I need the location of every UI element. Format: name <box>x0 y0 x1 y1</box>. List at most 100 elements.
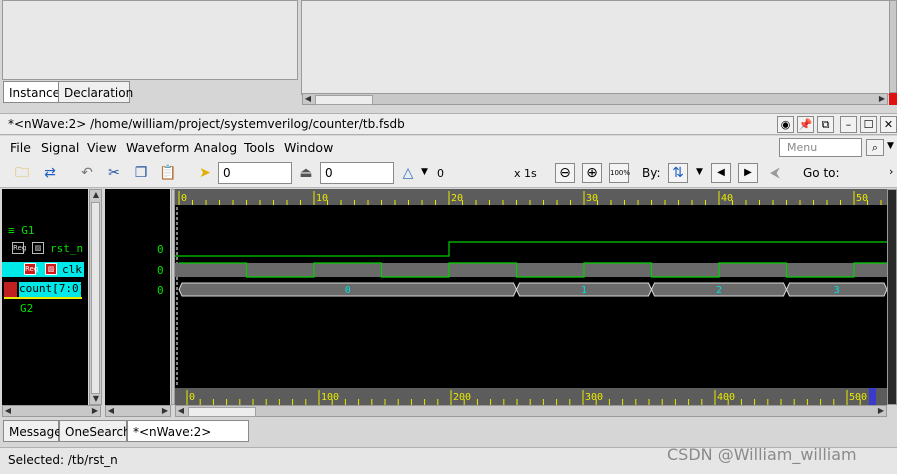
tab-message[interactable]: Message <box>3 420 62 442</box>
bottom-ruler-label: 500 <box>849 392 867 403</box>
time-scale: x 1s <box>514 167 537 180</box>
signal-name-pane: ≡ G1 Reg ▨ rst_n Reg ▨ clk count[7:0] G2 <box>2 189 88 405</box>
scroll-thumb[interactable] <box>315 95 373 105</box>
next-icon[interactable]: ▶ <box>738 163 758 183</box>
menu-tools[interactable]: Tools <box>244 140 275 155</box>
record-icon[interactable]: ◉ <box>777 116 794 133</box>
menu-waveform[interactable]: Waveform <box>126 140 189 155</box>
zoom-out-icon[interactable]: ⊖ <box>555 163 575 183</box>
value-count: 0 <box>157 284 164 297</box>
menu-window[interactable]: Window <box>284 140 333 155</box>
menu-view[interactable]: View <box>87 140 117 155</box>
view-marker <box>869 388 876 405</box>
undo-icon[interactable]: ↶ <box>77 163 97 183</box>
zoom-in-icon[interactable]: ⊕ <box>582 163 602 183</box>
pin-icon[interactable]: 📌 <box>797 116 814 133</box>
paste-icon[interactable]: 📋 <box>158 163 178 183</box>
by-label: By: <box>642 166 661 180</box>
delta-value: 0 <box>437 167 444 180</box>
goto-label: Go to: <box>803 166 840 180</box>
group-g1[interactable]: ≡ G1 <box>8 224 35 237</box>
marker-time-field[interactable]: 0 <box>320 162 394 184</box>
top-ruler-label: 20 <box>451 193 463 204</box>
zoom-fit-icon[interactable]: 100% <box>609 163 630 183</box>
maximize-icon[interactable]: ☐ <box>860 116 877 133</box>
scroll-thumb[interactable] <box>91 202 100 394</box>
waveform-hscroll[interactable]: ◀ ▶ <box>175 405 887 417</box>
tab-nwave[interactable]: *<nWave:2> tb.fsdb <box>127 420 249 461</box>
scroll-left-icon[interactable]: ◀ <box>3 406 13 416</box>
bottom-tabs: Message OneSearch *<nWave:2> tb.fsdb <box>2 420 302 461</box>
bottom-ruler-label: 400 <box>717 392 735 403</box>
waveform-vscroll[interactable] <box>887 189 897 405</box>
toolbar-overflow-icon[interactable]: › <box>889 165 893 178</box>
menu-search-placeholder: Menu <box>787 141 818 154</box>
tab-instance[interactable]: Instance <box>3 81 60 103</box>
signal-name-clk: clk <box>62 263 82 276</box>
upper-right-vscroll[interactable] <box>889 0 897 93</box>
bus-value-label: 1 <box>581 285 587 296</box>
signal-pane-hscroll[interactable]: ◀ ▶ <box>2 405 101 417</box>
menu-dropdown-icon[interactable]: ▼ <box>887 141 894 151</box>
group-g2[interactable]: G2 <box>20 302 33 315</box>
cursor-time-field[interactable]: 0 <box>218 162 292 184</box>
row-count[interactable]: count[7:0] <box>2 282 85 299</box>
instance-panel <box>2 0 298 80</box>
cut-icon[interactable]: ✂ <box>104 163 124 183</box>
value-pane-hscroll[interactable]: ◀ ▶ <box>105 405 171 417</box>
search-by-icon[interactable]: ⇅ <box>668 163 688 183</box>
bottom-ruler-label: 300 <box>585 392 603 403</box>
waveform-canvas[interactable]: 0 10 20 30 40 500 1 2 30 100 200 300 400 500 <box>175 189 887 405</box>
close-icon[interactable]: ✕ <box>880 116 897 133</box>
tab-onesearch[interactable]: OneSearch <box>59 420 131 442</box>
reload-icon[interactable]: ⇄ <box>40 163 60 183</box>
bottom-ruler <box>175 388 887 405</box>
scroll-right-icon[interactable]: ▶ <box>160 406 170 416</box>
open-folder-icon[interactable]: 🗀 <box>12 163 32 183</box>
menu-signal[interactable]: Signal <box>41 140 79 155</box>
goto-icon[interactable]: ⮜ <box>765 163 785 183</box>
scroll-up-icon[interactable]: ▲ <box>91 190 101 200</box>
scroll-left-icon[interactable]: ◀ <box>106 406 116 416</box>
by-dropdown-icon[interactable]: ▼ <box>696 167 703 177</box>
undock-icon[interactable]: ⧉ <box>817 116 834 133</box>
menu-search-icon[interactable]: ⌕ <box>866 139 884 156</box>
minimize-icon[interactable]: – <box>840 116 857 133</box>
delta-icon[interactable]: △ <box>398 163 418 183</box>
scroll-right-icon[interactable]: ▶ <box>877 94 887 104</box>
menu-file[interactable]: File <box>10 140 31 155</box>
menu-analog[interactable]: Analog <box>194 140 237 155</box>
scroll-right-icon[interactable]: ▶ <box>876 406 886 416</box>
top-ruler-label: 50 <box>856 193 868 204</box>
tab-declaration[interactable]: Declaration <box>58 81 133 103</box>
waveform-pane: 0 10 20 30 40 50 0 1 2 3 0 100 200 300 400 500 <box>175 189 887 405</box>
bottom-ruler-label: 200 <box>453 392 471 403</box>
signal-pane-vscroll[interactable]: ▲ ▼ <box>89 189 102 405</box>
cursor-icon[interactable]: ➤ <box>195 163 215 183</box>
scroll-left-icon[interactable]: ◀ <box>303 94 313 104</box>
reg-icon: Reg <box>24 263 39 275</box>
scroll-down-icon[interactable]: ▼ <box>91 394 101 404</box>
prev-icon[interactable]: ◀ <box>711 163 731 183</box>
scroll-thumb[interactable] <box>188 407 256 417</box>
row-underline <box>4 297 82 299</box>
value-rst-n: 0 <box>157 243 164 256</box>
row-rst-n[interactable]: Reg ▨ rst_n <box>2 241 88 256</box>
marker-icon[interactable]: ⏏ <box>296 163 316 183</box>
value-clk: 0 <box>157 264 164 277</box>
bus-value-label: 0 <box>345 285 351 296</box>
bus-value-label: 3 <box>834 285 840 296</box>
row-clk[interactable]: Reg ▨ clk <box>2 262 84 277</box>
clk-fill <box>175 263 887 277</box>
bus-value-label: 2 <box>716 285 722 296</box>
delta-dropdown-icon[interactable]: ▼ <box>421 167 428 177</box>
scroll-left-icon[interactable]: ◀ <box>176 406 186 416</box>
signal-name-rst-n: rst_n <box>50 242 84 255</box>
copy-icon[interactable]: ❐ <box>131 163 151 183</box>
upper-right-hscroll[interactable]: ◀ ▶ <box>302 93 888 105</box>
menu-search-input[interactable]: Menu <box>779 138 862 157</box>
status-bar: Selected: /tb/rst_n CSDN @William_willia… <box>0 445 897 474</box>
rst-n-wave <box>175 241 887 257</box>
scroll-right-icon[interactable]: ▶ <box>90 406 100 416</box>
reg-icon: Reg <box>12 242 27 254</box>
